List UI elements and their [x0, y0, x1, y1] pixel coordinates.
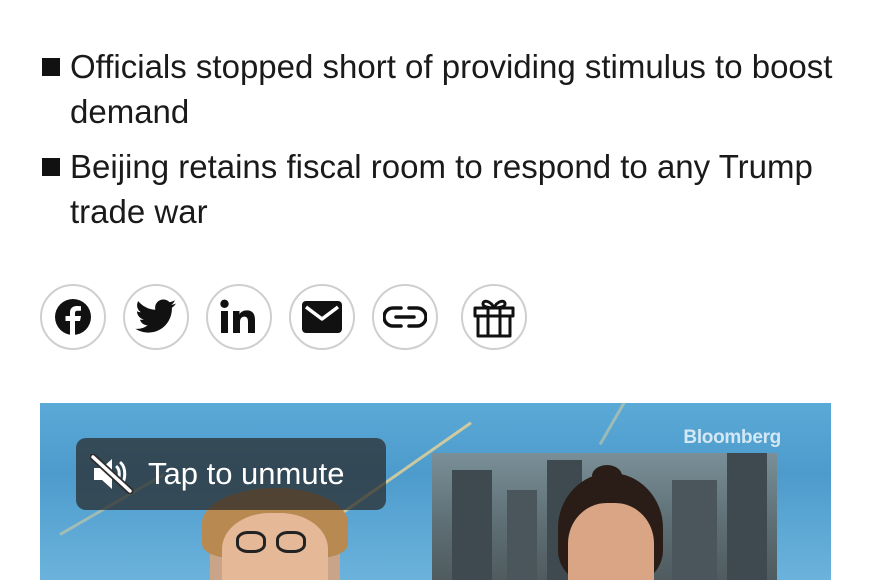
share-email-button[interactable]: [289, 284, 355, 350]
share-facebook-button[interactable]: [40, 284, 106, 350]
video-player[interactable]: Bloomberg Tap to unmute: [40, 403, 831, 580]
muted-speaker-icon: [90, 454, 134, 494]
graphic-streak: [598, 403, 637, 446]
mail-icon: [302, 301, 342, 333]
bullet-square-icon: [42, 58, 60, 76]
bullet-square-icon: [42, 158, 60, 176]
facebook-icon: [55, 299, 91, 335]
summary-bullet: Beijing retains fiscal room to respond t…: [40, 144, 840, 234]
copy-link-button[interactable]: [372, 284, 438, 350]
share-linkedin-button[interactable]: [206, 284, 272, 350]
twitter-icon: [135, 299, 176, 333]
summary-bullet: Officials stopped short of providing sti…: [40, 44, 840, 134]
tap-to-unmute-button[interactable]: Tap to unmute: [76, 438, 386, 510]
summary-bullet-text: Officials stopped short of providing sti…: [70, 48, 833, 130]
link-icon: [383, 306, 427, 328]
bloomberg-logo: Bloomberg: [683, 427, 781, 448]
summary-bullet-text: Beijing retains fiscal room to respond t…: [70, 148, 813, 230]
share-twitter-button[interactable]: [123, 284, 189, 350]
gift-article-button[interactable]: [461, 284, 527, 350]
linkedin-icon: [220, 299, 255, 333]
gift-icon: [473, 299, 515, 338]
presenter-right-face: [568, 503, 654, 580]
article-summary-bullets: Officials stopped short of providing sti…: [40, 44, 840, 244]
unmute-label: Tap to unmute: [148, 456, 345, 491]
glasses: [236, 531, 266, 553]
presenter-right-bun: [592, 465, 622, 487]
glasses: [276, 531, 306, 553]
